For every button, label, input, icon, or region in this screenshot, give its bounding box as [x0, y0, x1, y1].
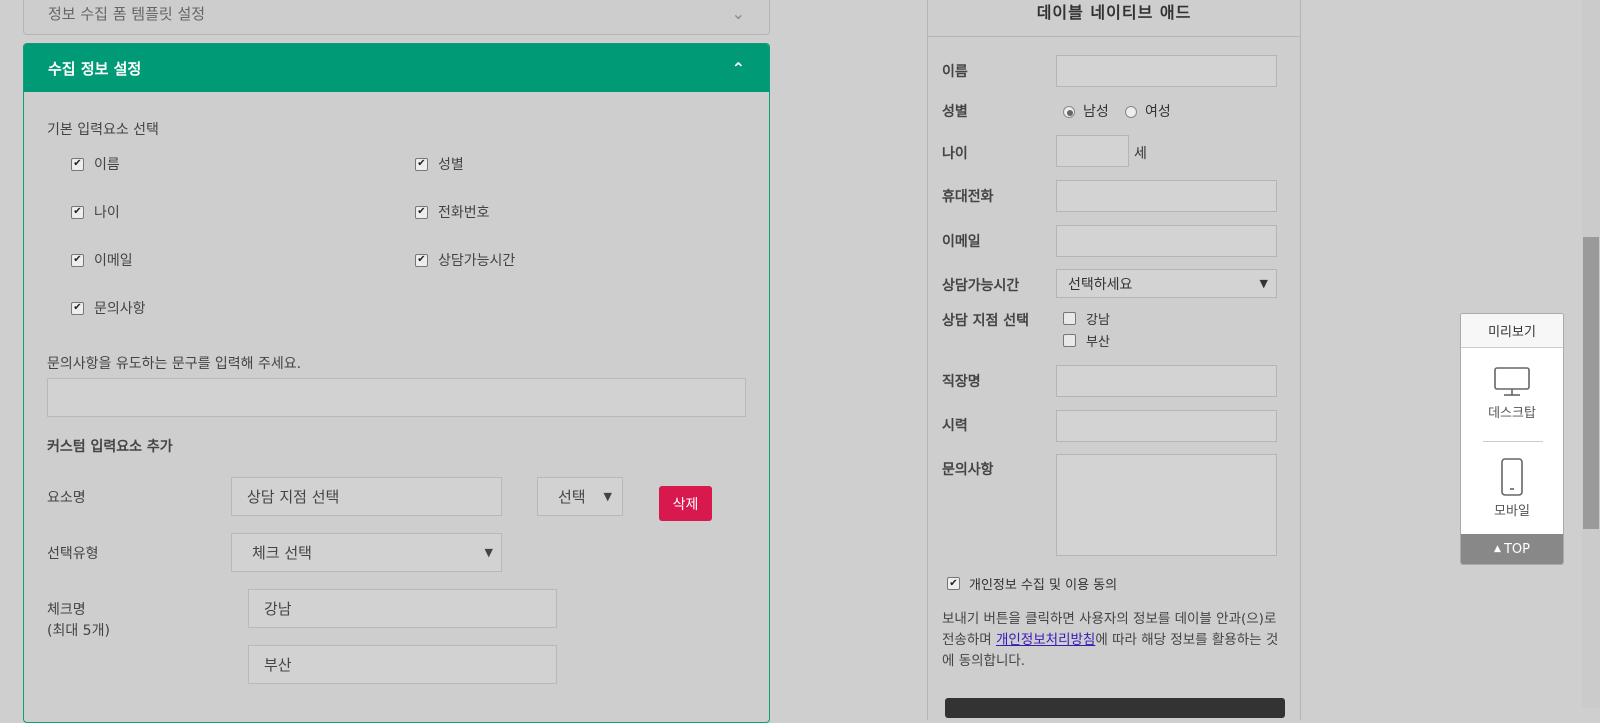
checkbox-gender[interactable]: ✔ 성별: [415, 154, 464, 174]
preview-age-unit: 세: [1134, 146, 1147, 162]
checkbox-inquiry[interactable]: ✔ 문의사항: [71, 298, 146, 318]
preview-email-input[interactable]: [1056, 225, 1277, 257]
custom-input-heading: 커스텀 입력요소 추가: [47, 439, 173, 455]
dropdown-arrow-icon: ▼: [1259, 277, 1268, 290]
preview-mode-widget: 미리보기 데스크탑 모바일 ▲ TOP: [1460, 313, 1564, 565]
preview-gender-female[interactable]: 여성: [1125, 101, 1171, 121]
monitor-icon: [1494, 367, 1530, 396]
collect-info-title: 수집 정보 설정: [48, 59, 142, 78]
element-type-select[interactable]: 선택 ▼: [537, 477, 623, 516]
preview-branch-option[interactable]: 강남: [1063, 309, 1110, 328]
mobile-label: 모바일: [1494, 504, 1530, 519]
chevron-down-icon: ⌄: [731, 4, 745, 23]
preview-company-input[interactable]: [1056, 365, 1277, 397]
check-name-hint: (최대 5개): [47, 623, 110, 639]
preview-time-select[interactable]: 선택하세요 ▼: [1056, 269, 1277, 298]
radio-selected-icon: [1063, 106, 1075, 118]
preview-age-input[interactable]: [1056, 135, 1129, 167]
preview-consent-checkbox[interactable]: ✔ 개인정보 수집 및 이용 동의: [947, 574, 1117, 593]
form-preview-panel: 데이블 네이티브 애드 이름 성별 남성 여성 나이 세 휴대전화 이메일 상담…: [927, 0, 1301, 720]
mobile-phone-icon: [1501, 458, 1523, 496]
preview-gender-label: 성별: [942, 104, 968, 120]
basic-input-label: 기본 입력요소 선택: [47, 122, 159, 138]
privacy-policy-link[interactable]: 개인정보처리방침: [996, 632, 1095, 648]
dropdown-arrow-icon: ▼: [484, 546, 493, 559]
preview-inquiry-textarea[interactable]: [1056, 454, 1277, 556]
checkbox-consult-time[interactable]: ✔ 상담가능시간: [415, 250, 515, 270]
preview-age-label: 나이: [942, 146, 968, 162]
dropdown-arrow-icon: ▼: [603, 490, 612, 503]
preview-time-label: 상담가능시간: [942, 278, 1020, 294]
guide-text-input[interactable]: [47, 378, 746, 417]
template-accordion-title: 정보 수집 폼 템플릿 설정: [48, 5, 206, 23]
widget-title: 미리보기: [1461, 314, 1563, 348]
chevron-up-icon: ⌃: [731, 58, 745, 78]
check-item-input[interactable]: 강남: [248, 589, 557, 628]
preview-email-label: 이메일: [942, 234, 981, 250]
collect-info-header[interactable]: 수집 정보 설정 ⌃: [24, 44, 769, 92]
preview-gender-male[interactable]: 남성: [1063, 101, 1109, 121]
check-icon: ✔: [415, 205, 428, 219]
template-accordion-header[interactable]: 정보 수집 폼 템플릿 설정 ⌄: [23, 0, 770, 35]
check-icon: ✔: [71, 157, 84, 171]
preview-vision-label: 시력: [942, 418, 968, 434]
check-icon: ✔: [947, 577, 960, 590]
select-type-label: 선택유형: [47, 546, 99, 562]
preview-phone-label: 휴대전화: [942, 189, 994, 205]
preview-branch-option[interactable]: 부산: [1063, 331, 1110, 350]
collect-info-panel: 수집 정보 설정 ⌃ 기본 입력요소 선택 ✔ 이름 ✔ 성별 ✔ 나이 ✔ 전화번호 …: [23, 43, 770, 723]
desktop-preview-button[interactable]: 데스크탑: [1461, 366, 1563, 421]
preview-title: 데이블 네이티브 애드: [928, 0, 1300, 37]
scrollbar-thumb[interactable]: [1583, 237, 1599, 529]
delete-button[interactable]: 삭제: [659, 486, 712, 521]
scroll-top-button[interactable]: ▲ TOP: [1461, 534, 1563, 564]
guide-text-label: 문의사항을 유도하는 문구를 입력해 주세요.: [47, 356, 302, 372]
checkbox-age[interactable]: ✔ 나이: [71, 202, 120, 222]
desktop-label: 데스크탑: [1488, 406, 1536, 421]
checkbox-icon: [1063, 312, 1076, 325]
select-type-dropdown[interactable]: 체크 선택 ▼: [231, 533, 502, 572]
preview-vision-input[interactable]: [1056, 410, 1277, 442]
caret-up-icon: ▲: [1494, 544, 1501, 554]
mobile-preview-button[interactable]: 모바일: [1461, 458, 1563, 519]
preview-phone-input[interactable]: [1056, 180, 1277, 212]
preview-name-input[interactable]: [1056, 55, 1277, 87]
element-name-input[interactable]: 상담 지점 선택: [231, 477, 502, 516]
checkbox-phone[interactable]: ✔ 전화번호: [415, 202, 490, 222]
preview-name-label: 이름: [942, 64, 968, 80]
check-icon: ✔: [71, 253, 84, 267]
check-item-input[interactable]: 부산: [248, 645, 557, 684]
check-icon: ✔: [71, 301, 84, 315]
preview-branch-label: 상담 지점 선택: [942, 313, 1030, 329]
checkbox-email[interactable]: ✔ 이메일: [71, 250, 133, 270]
check-name-label: 체크명: [47, 602, 86, 618]
preview-submit-button[interactable]: [945, 698, 1285, 718]
check-icon: ✔: [71, 205, 84, 219]
check-icon: ✔: [415, 253, 428, 267]
preview-consent-notice: 보내기 버튼을 클릭하면 사용자의 정보를 데이블 안과(으)로 전송하며 개인…: [942, 611, 1279, 669]
preview-company-label: 직장명: [942, 374, 981, 390]
radio-icon: [1125, 106, 1137, 118]
element-name-label: 요소명: [47, 490, 86, 506]
checkbox-name[interactable]: ✔ 이름: [71, 154, 120, 174]
check-icon: ✔: [415, 157, 428, 171]
checkbox-icon: [1063, 334, 1076, 347]
preview-inquiry-label: 문의사항: [942, 462, 994, 478]
widget-divider: [1483, 441, 1543, 442]
